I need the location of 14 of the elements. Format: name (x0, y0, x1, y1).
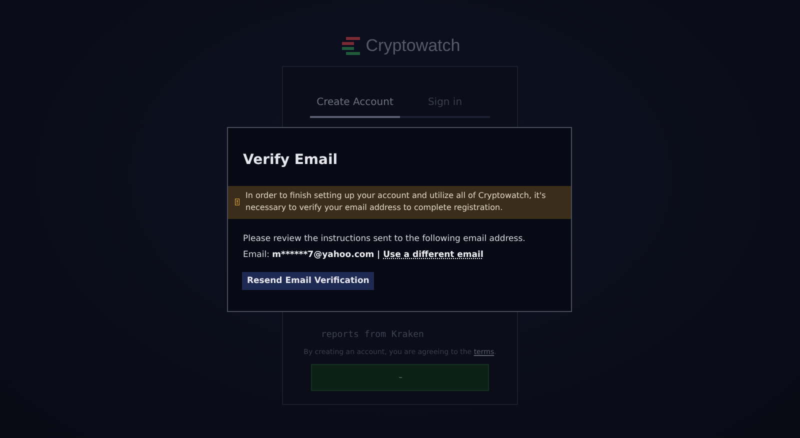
resend-button[interactable]: Resend Email Verification (242, 272, 374, 290)
submit-button[interactable] (311, 364, 489, 391)
instructions-text: Please review the instructions sent to the following email address. (243, 234, 526, 244)
email-address: m******7@yahoo.com (272, 250, 374, 260)
separator: | (376, 250, 382, 260)
dialog-title: Verify Email (243, 152, 339, 170)
change-email-link[interactable]: Use a different email (383, 250, 484, 260)
warning-text: In order to finish setting up your account and utilize all of Cryptowatch, it's necessary to verify your email address to complete registration. (246, 190, 547, 214)
email-label: Email: (243, 250, 270, 260)
logo-text: Cryptowatch (366, 36, 460, 56)
tab[interactable]: Create Account (310, 93, 400, 118)
logo-icon (340, 36, 362, 56)
warning-icon (235, 196, 240, 208)
newsletter-label: reports from Kraken (321, 330, 424, 340)
